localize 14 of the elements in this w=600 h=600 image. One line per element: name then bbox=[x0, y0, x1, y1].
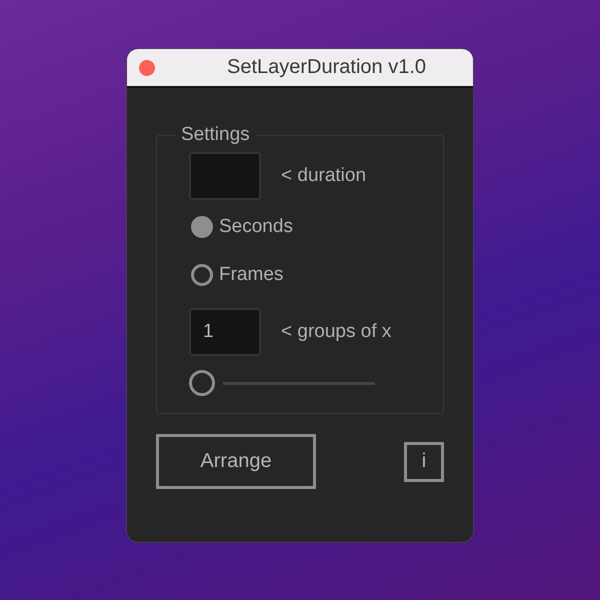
close-button[interactable] bbox=[139, 60, 155, 76]
radio-label: Frames bbox=[219, 264, 284, 286]
field-label: < groups of x bbox=[281, 321, 392, 343]
window-title: SetLayerDuration v1.0 bbox=[227, 56, 426, 79]
radio-label: Seconds bbox=[219, 216, 293, 238]
radio-button[interactable] bbox=[191, 216, 213, 238]
groups-input[interactable]: 1 bbox=[189, 308, 261, 356]
panel-title: Settings bbox=[180, 124, 251, 146]
duration-input[interactable] bbox=[189, 152, 261, 200]
slider-thumb[interactable] bbox=[189, 370, 215, 396]
field-label: < duration bbox=[281, 165, 366, 187]
arrange-button[interactable]: Arrange bbox=[156, 434, 316, 489]
info-button[interactable]: i bbox=[404, 442, 444, 482]
radio-button[interactable] bbox=[191, 264, 213, 286]
